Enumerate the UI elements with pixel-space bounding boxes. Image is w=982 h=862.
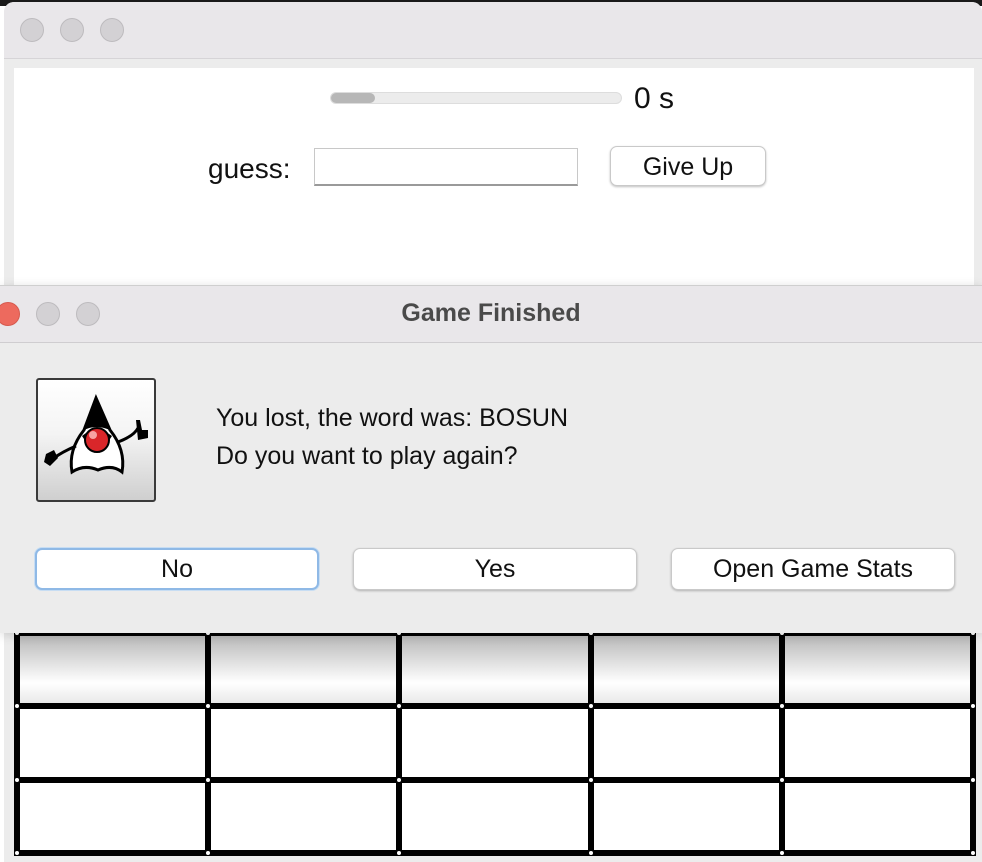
dialog-titlebar: Game Finished	[0, 286, 982, 343]
board-cell	[593, 636, 779, 704]
game-window-titlebar	[4, 2, 982, 59]
board-cell	[784, 782, 970, 850]
dialog-title: Game Finished	[401, 299, 581, 327]
board-cell	[20, 782, 206, 850]
grid-dot	[971, 777, 975, 782]
yes-button[interactable]: Yes	[353, 548, 637, 590]
grid-dot	[397, 777, 402, 782]
timer-progress-fill	[331, 93, 375, 103]
minimize-window-button[interactable]	[60, 18, 84, 42]
game-finished-dialog: Game Finished You lost, the word was: BO…	[0, 285, 982, 633]
guess-label: guess:	[208, 153, 291, 184]
letter-board	[14, 630, 976, 856]
result-message: You lost, the word was: BOSUN	[216, 404, 569, 432]
grid-dot	[397, 851, 402, 855]
grid-dot	[779, 777, 784, 782]
play-again-question: Do you want to play again?	[216, 442, 518, 470]
no-button[interactable]: No	[35, 548, 319, 590]
timer-label: 0 s	[634, 82, 675, 115]
board-cell	[20, 709, 206, 777]
open-game-stats-button[interactable]: Open Game Stats	[671, 548, 955, 590]
board-cell	[402, 709, 588, 777]
grid-dot	[206, 704, 211, 709]
close-window-button[interactable]	[20, 18, 44, 42]
board-cell	[784, 636, 970, 704]
board-cell	[593, 709, 779, 777]
grid-dot	[971, 851, 975, 855]
grid-dot	[15, 777, 19, 782]
give-up-button[interactable]: Give Up	[610, 146, 766, 186]
timer-progress-bar	[330, 92, 622, 104]
grid-dot	[779, 704, 784, 709]
board-cell	[402, 636, 588, 704]
zoom-window-button[interactable]	[100, 18, 124, 42]
board-cell	[593, 782, 779, 850]
grid-dot	[588, 777, 593, 782]
grid-dot	[588, 704, 593, 709]
guess-input[interactable]	[314, 148, 578, 186]
board-cell	[784, 709, 970, 777]
grid-dot	[15, 851, 19, 855]
grid-dot	[206, 777, 211, 782]
board-cell	[402, 782, 588, 850]
grid-dot	[206, 851, 211, 855]
java-duke-icon	[36, 378, 156, 502]
grid-dot	[397, 704, 402, 709]
game-panel: 0 s guess: Give Up	[14, 68, 974, 298]
board-cell	[211, 636, 397, 704]
board-cell	[211, 709, 397, 777]
grid-dot	[971, 704, 975, 709]
grid-dot	[588, 851, 593, 855]
grid-dot	[15, 704, 19, 709]
grid-dot	[779, 851, 784, 855]
board-cell	[211, 782, 397, 850]
board-cell	[20, 636, 206, 704]
